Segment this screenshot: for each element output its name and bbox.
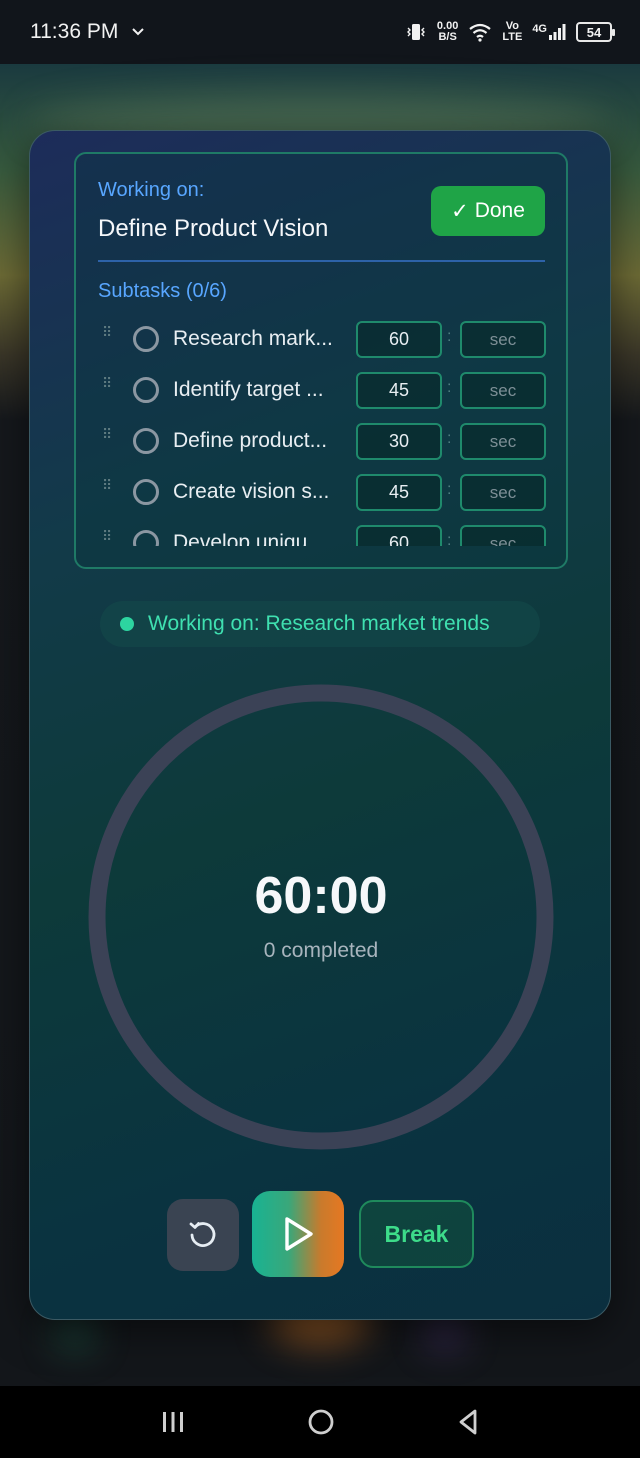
- separator: :: [447, 328, 452, 345]
- volte-bottom: LTE: [502, 31, 523, 43]
- task-title: Define Product Vision: [98, 215, 329, 242]
- task-panel: Working on: Define Product Vision ✓ Done…: [74, 152, 568, 569]
- drag-handle-icon[interactable]: ⠿: [102, 529, 114, 546]
- wifi-icon: [469, 23, 492, 42]
- recent-apps-icon[interactable]: [160, 1410, 186, 1434]
- cell-signal: 4G: [532, 23, 566, 41]
- play-icon: [285, 1217, 313, 1251]
- list-item: ⠿ Research mark... 60 : sec: [76, 318, 566, 360]
- timer-modal: Working on: Define Product Vision ✓ Done…: [29, 130, 611, 1320]
- duration-input[interactable]: 45: [356, 474, 442, 511]
- list-item: ⠿ Define product... 30 : sec: [76, 420, 566, 462]
- system-nav-bar: [0, 1386, 640, 1458]
- divider: [98, 260, 545, 262]
- home-icon[interactable]: [307, 1408, 335, 1436]
- bg-nav-blur-2: [425, 1319, 465, 1349]
- play-button[interactable]: [252, 1191, 344, 1277]
- current-subtask-text: Working on: Research market trends: [148, 612, 490, 635]
- duration-input[interactable]: 45: [356, 372, 442, 409]
- list-item: ⠿ Create vision s... 45 : sec: [76, 471, 566, 513]
- drag-handle-icon[interactable]: ⠿: [102, 376, 114, 400]
- status-dot: [120, 617, 134, 631]
- done-button[interactable]: ✓ Done: [431, 186, 545, 236]
- subtask-checkbox[interactable]: [133, 479, 159, 505]
- reset-icon: [189, 1222, 216, 1247]
- subtask-label: Develop uniqu: [173, 531, 308, 546]
- unit-select[interactable]: sec: [460, 525, 546, 546]
- chevron-down-icon: [132, 28, 145, 36]
- unit-select[interactable]: sec: [460, 372, 546, 409]
- subtask-label: Research mark...: [173, 327, 333, 350]
- back-icon[interactable]: [456, 1408, 480, 1436]
- network-speed: 0.00 B/S: [437, 21, 458, 43]
- check-icon: ✓: [451, 199, 469, 223]
- subtask-checkbox[interactable]: [133, 377, 159, 403]
- signal-icon: [549, 24, 566, 40]
- subtask-checkbox[interactable]: [133, 326, 159, 352]
- completed-count: 0 completed: [263, 939, 379, 962]
- unit-select[interactable]: sec: [460, 423, 546, 460]
- battery-level: 54: [586, 24, 602, 40]
- clock: 11:36 PM: [30, 20, 119, 43]
- status-bar: 11:36 PM 0.00 B/S Vo LTE 4G 54: [0, 0, 640, 64]
- duration-input[interactable]: 30: [356, 423, 442, 460]
- vibrate-icon: [406, 24, 425, 40]
- bg-nav-blur-1: [55, 1319, 95, 1349]
- timer-display: 60:00: [254, 867, 388, 925]
- duration-input[interactable]: 60: [356, 321, 442, 358]
- drag-handle-icon[interactable]: ⠿: [102, 427, 114, 451]
- subtask-label: Identify target ...: [173, 378, 324, 401]
- drag-handle-icon[interactable]: ⠿: [102, 325, 114, 349]
- separator: :: [447, 481, 452, 498]
- battery-icon: 54: [576, 22, 615, 42]
- unit-select[interactable]: sec: [460, 474, 546, 511]
- subtask-label: Define product...: [173, 429, 328, 452]
- subtask-checkbox[interactable]: [133, 428, 159, 454]
- subtasks-header: Subtasks (0/6): [98, 280, 227, 302]
- network-type: 4G: [532, 23, 547, 35]
- subtask-checkbox[interactable]: [133, 530, 159, 546]
- subtask-list[interactable]: ⠿ Research mark... 60 : sec ⠿ Identify t…: [76, 318, 566, 546]
- volte-indicator: Vo LTE: [502, 21, 522, 43]
- subtask-label: Create vision s...: [173, 480, 330, 503]
- duration-input[interactable]: 60: [356, 525, 442, 546]
- separator: :: [447, 532, 452, 546]
- net-speed-unit: B/S: [438, 31, 457, 43]
- done-button-label: Done: [474, 199, 525, 222]
- reset-button[interactable]: [167, 1199, 239, 1271]
- drag-handle-icon[interactable]: ⠿: [102, 478, 114, 502]
- break-button[interactable]: Break: [359, 1200, 474, 1268]
- list-item: ⠿ Identify target ... 45 : sec: [76, 369, 566, 411]
- working-on-label: Working on:: [98, 179, 205, 201]
- list-item: ⠿ Develop uniqu 60 : sec: [76, 522, 566, 546]
- separator: :: [447, 379, 452, 396]
- unit-select[interactable]: sec: [460, 321, 546, 358]
- current-subtask-badge: Working on: Research market trends: [100, 601, 540, 647]
- separator: :: [447, 430, 452, 447]
